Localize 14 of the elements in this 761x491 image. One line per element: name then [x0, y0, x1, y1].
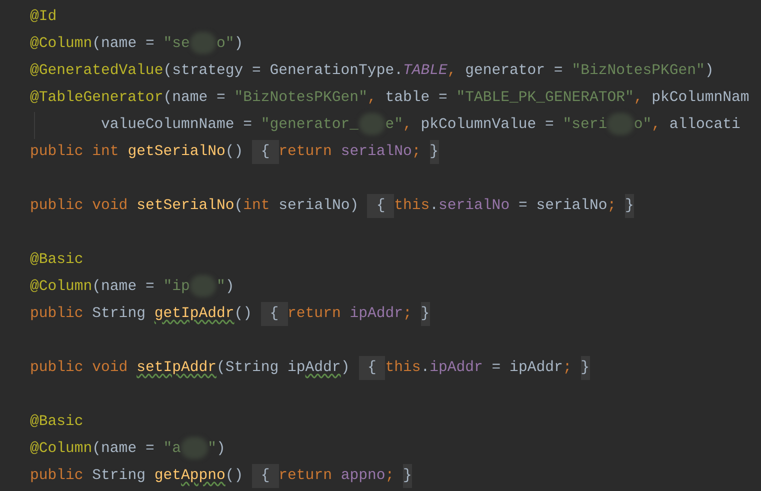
code-line: @Column(name = "a ") — [30, 436, 226, 463]
code-line: public int getSerialNo() { return serialNo; } — [30, 139, 439, 166]
code-line: @Column(name = "ip ") — [30, 274, 234, 301]
code-line: valueColumnName = "generator_ e", pkColumnValue = "seri o", allocati — [30, 112, 740, 139]
code-line: @Basic — [30, 251, 84, 270]
code-line: @Basic — [30, 413, 84, 432]
code-line: public void setIpAddr(String ipAddr) { this.ipAddr = ipAddr; } — [30, 355, 590, 382]
code-line: @Id — [30, 8, 57, 27]
code-line: @GeneratedValue(strategy = GenerationType.TABLE, generator = "BizNotesPKGen") — [30, 62, 714, 81]
code-line: @Column(name = "se o") — [30, 31, 244, 58]
code-line: @TableGenerator(name = "BizNotesPKGen", table = "TABLE_PK_GENERATOR", pkColumnNam — [30, 89, 750, 108]
code-line: public String getAppno() { return appno; } — [30, 463, 412, 490]
code-line: public String getIpAddr() { return ipAddr; } — [30, 301, 430, 328]
code-line: public void setSerialNo(int serialNo) { this.serialNo = serialNo; } — [30, 193, 634, 220]
